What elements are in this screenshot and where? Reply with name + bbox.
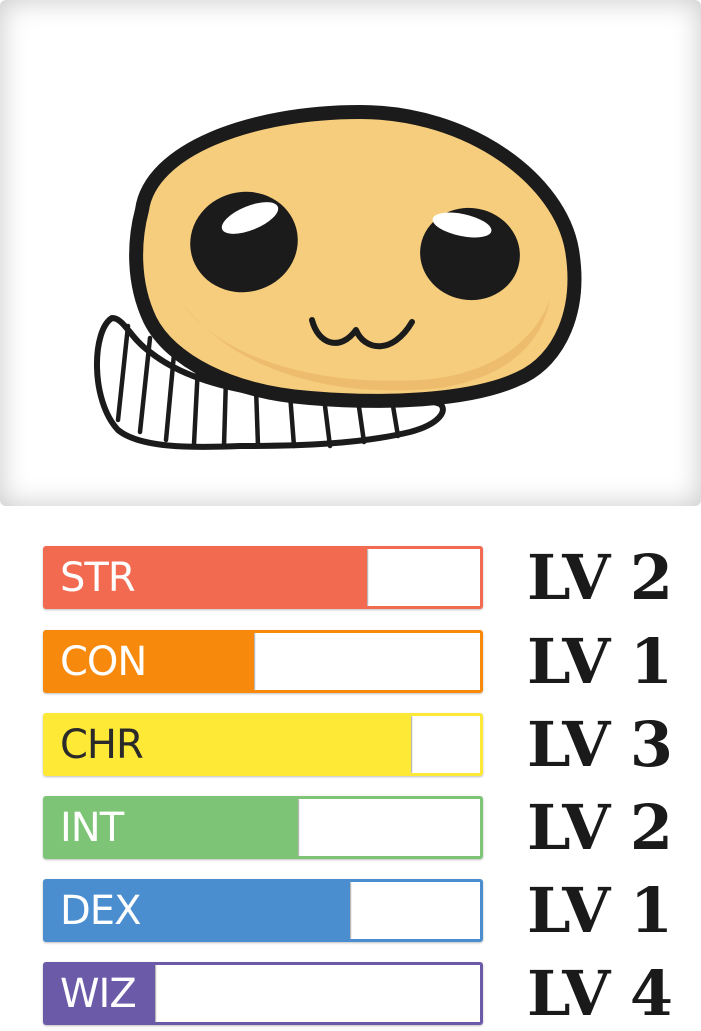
stat-bar-int: INT [43,796,483,859]
stat-level-con: LV 1 [527,625,673,698]
stat-level-chr: LV 3 [527,708,673,781]
stat-label-str: STR [60,555,136,601]
stat-row-dex: DEX LV 1 [0,879,701,943]
stat-label-int: INT [60,805,124,851]
stat-bar-chr: CHR [43,713,483,776]
stat-level-dex: LV 1 [527,874,673,947]
stat-row-wiz: WIZ LV 4 [0,962,701,1026]
stat-label-chr: CHR [60,722,144,768]
stat-level-str: LV 2 [527,541,673,614]
stat-row-str: STR LV 2 [0,546,701,610]
stat-bar-wiz: WIZ [43,962,483,1025]
character-portrait-card [0,0,701,506]
stat-level-wiz: LV 4 [527,957,673,1030]
stat-label-dex: DEX [60,888,141,934]
stat-label-con: CON [60,639,147,685]
stat-row-con: CON LV 1 [0,630,701,694]
stat-level-int: LV 2 [527,791,673,864]
stats-panel: STR LV 2 CON LV 1 CHR LV 3 INT LV 2 DEX … [0,506,701,1031]
stat-bar-con: CON [43,630,483,693]
creature-head [129,105,582,408]
stat-label-wiz: WIZ [60,971,137,1017]
stat-row-chr: CHR LV 3 [0,713,701,777]
stat-bar-dex: DEX [43,879,483,942]
stat-row-int: INT LV 2 [0,796,701,860]
blob-creature-icon [94,105,582,450]
stat-bar-str: STR [43,546,483,609]
